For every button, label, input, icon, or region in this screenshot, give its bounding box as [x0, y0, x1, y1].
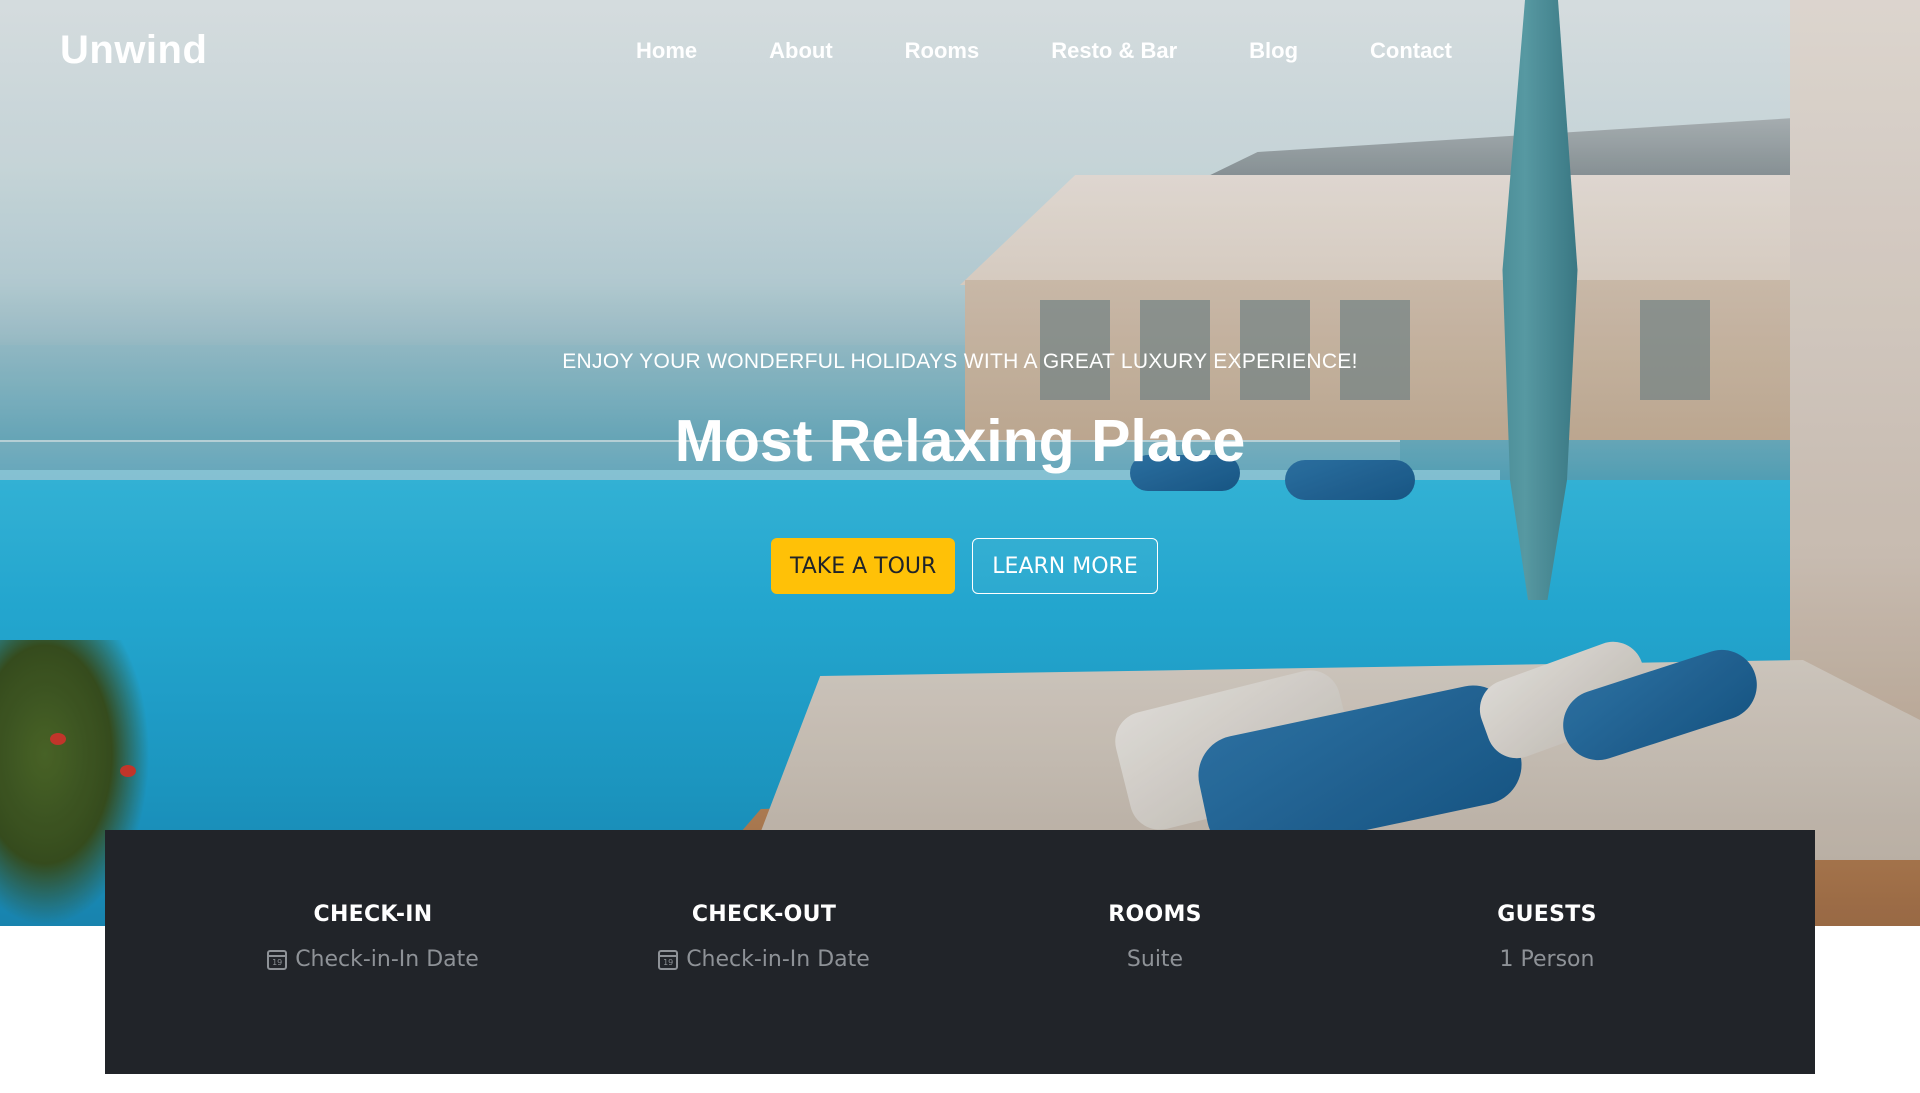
check-out-date[interactable]: Check-in-In Date — [686, 947, 870, 972]
nav-about[interactable]: About — [769, 38, 833, 64]
brand-logo[interactable]: Unwind — [60, 28, 207, 73]
rooms-label: ROOMS — [1108, 902, 1202, 927]
check-in-value-row[interactable]: 19 Check-in-In Date — [223, 947, 523, 972]
check-out-label: CHECK-OUT — [691, 902, 837, 927]
nav-contact[interactable]: Contact — [1370, 38, 1452, 64]
hero-title: Most Relaxing Place — [674, 408, 1246, 474]
nav-rooms[interactable]: Rooms — [905, 38, 980, 64]
guests-value[interactable]: 1 Person — [1397, 947, 1697, 972]
calendar-icon-day: 19 — [663, 957, 674, 967]
guests-field[interactable]: GUESTS 1 Person — [1397, 902, 1697, 972]
calendar-icon-day: 19 — [272, 957, 283, 967]
nav-resto-bar[interactable]: Resto & Bar — [1051, 38, 1177, 64]
rooms-value[interactable]: Suite — [1005, 947, 1305, 972]
hero-tagline: ENJOY YOUR WONDERFUL HOLIDAYS WITH A GRE… — [562, 350, 1358, 373]
nav-blog[interactable]: Blog — [1249, 38, 1298, 64]
guests-label: GUESTS — [1497, 902, 1597, 927]
check-in-field[interactable]: CHECK-IN 19 Check-in-In Date — [223, 902, 523, 972]
hero-cta-group: TAKE A TOUR LEARN MORE — [771, 538, 1158, 594]
check-out-value-row[interactable]: 19 Check-in-In Date — [614, 947, 914, 972]
check-in-date[interactable]: Check-in-In Date — [295, 947, 479, 972]
check-out-field[interactable]: CHECK-OUT 19 Check-in-In Date — [614, 902, 914, 972]
take-a-tour-button[interactable]: TAKE A TOUR — [771, 538, 956, 594]
rooms-field[interactable]: ROOMS Suite — [1005, 902, 1305, 972]
nav-home[interactable]: Home — [636, 38, 697, 64]
booking-bar: CHECK-IN 19 Check-in-In Date CHECK-OUT 1… — [105, 830, 1815, 1074]
main-nav: Home About Rooms Resto & Bar Blog Contac… — [636, 38, 1452, 64]
check-in-label: CHECK-IN — [313, 902, 433, 927]
calendar-icon: 19 — [658, 949, 679, 970]
calendar-icon: 19 — [267, 949, 288, 970]
learn-more-button[interactable]: LEARN MORE — [972, 538, 1158, 594]
